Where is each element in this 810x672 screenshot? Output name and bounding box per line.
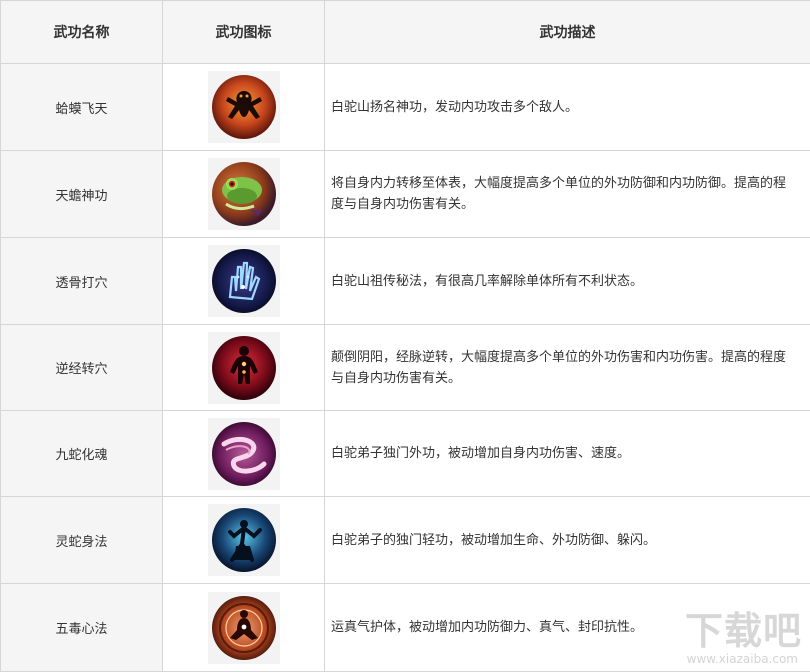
skill-name: 逆经转穴 bbox=[1, 325, 163, 411]
meridian-icon bbox=[208, 332, 280, 404]
skill-name: 九蛇化魂 bbox=[1, 411, 163, 497]
header-skill-desc: 武功描述 bbox=[325, 1, 810, 64]
table-row: 九蛇化魂 bbox=[1, 411, 810, 497]
toad-icon bbox=[208, 71, 280, 143]
serpent-icon bbox=[208, 418, 280, 490]
header-skill-icon: 武功图标 bbox=[163, 1, 325, 64]
header-row: 武功名称 武功图标 武功描述 bbox=[1, 1, 810, 64]
skill-name: 灵蛇身法 bbox=[1, 497, 163, 584]
table-row: 灵蛇身法 bbox=[1, 497, 810, 584]
skill-icon-cell bbox=[163, 497, 325, 584]
table-row: 天蟾神功 bbox=[1, 151, 810, 238]
skill-icon-cell bbox=[163, 64, 325, 151]
palm-icon bbox=[208, 245, 280, 317]
skill-description: 颠倒阴阳，经脉逆转，大幅度提高多个单位的外功伤害和内功伤害。提高的程度与自身内功… bbox=[325, 325, 810, 411]
agile-figure-icon bbox=[208, 504, 280, 576]
table-row: 五毒心法 bbox=[1, 584, 810, 672]
skill-icon-cell bbox=[163, 584, 325, 672]
skill-name: 五毒心法 bbox=[1, 584, 163, 672]
skill-description: 白驼弟子独门外功，被动增加自身内功伤害、速度。 bbox=[325, 411, 810, 497]
skills-table: 武功名称 武功图标 武功描述 蛤蟆飞天 bbox=[0, 0, 810, 672]
table-row: 逆经转穴 bbox=[1, 325, 810, 411]
frog-icon bbox=[208, 158, 280, 230]
table-row: 蛤蟆飞天 bbox=[1, 64, 810, 151]
skill-description: 将自身内力转移至体表，大幅度提高多个单位的外功防御和内功防御。提高的程度与自身内… bbox=[325, 151, 810, 238]
skill-name: 蛤蟆飞天 bbox=[1, 64, 163, 151]
header-skill-name: 武功名称 bbox=[1, 1, 163, 64]
skill-name: 天蟾神功 bbox=[1, 151, 163, 238]
skill-description: 运真气护体，被动增加内功防御力、真气、封印抗性。 bbox=[325, 584, 810, 672]
skill-description: 白驼山祖传秘法，有很高几率解除单体所有不利状态。 bbox=[325, 238, 810, 325]
skill-icon-cell bbox=[163, 238, 325, 325]
meditation-icon bbox=[208, 592, 280, 664]
skill-name: 透骨打穴 bbox=[1, 238, 163, 325]
skill-icon-cell bbox=[163, 411, 325, 497]
table-row: 透骨打穴 bbox=[1, 238, 810, 325]
skill-description: 白驼弟子的独门轻功，被动增加生命、外功防御、躲闪。 bbox=[325, 497, 810, 584]
skill-icon-cell bbox=[163, 151, 325, 238]
skill-icon-cell bbox=[163, 325, 325, 411]
skill-description: 白驼山扬名神功，发动内功攻击多个敌人。 bbox=[325, 64, 810, 151]
